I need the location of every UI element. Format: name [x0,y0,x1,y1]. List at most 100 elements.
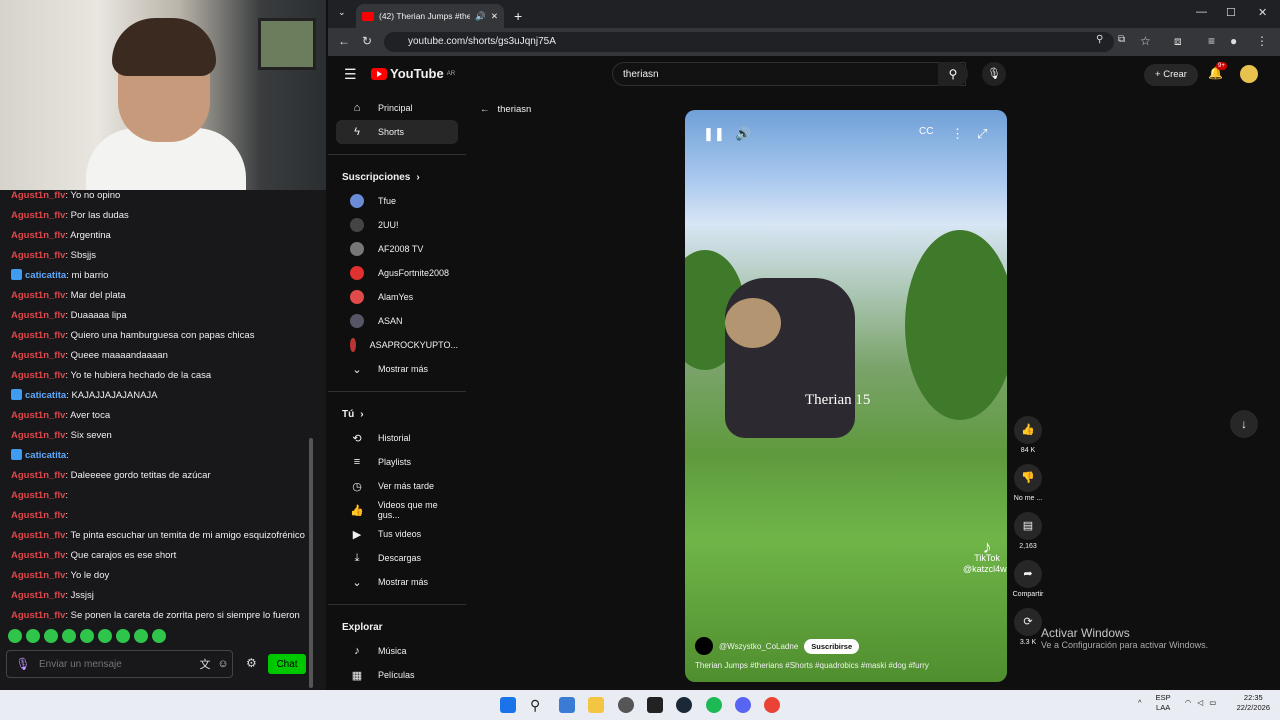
search-input[interactable] [613,68,941,80]
steam-icon[interactable] [676,697,692,713]
chat-username[interactable]: Agust1n_flv [11,550,65,561]
tray-clock[interactable]: 22:35 22/2/2026 [1237,693,1270,713]
chat-input-box[interactable]: 🎙 文 ☺ [6,650,233,678]
voice-search-button[interactable]: 🎙 [982,62,1006,86]
chat-username[interactable]: Agust1n_flv [11,250,65,261]
sidebar-item[interactable]: ◷ Ver más tarde [336,474,458,498]
emote-icon[interactable] [116,629,130,643]
chat-username[interactable]: Agust1n_flv [11,430,65,441]
emote-icon[interactable] [8,629,22,643]
sidebar-item[interactable]: ◉En vivo [336,687,458,688]
sidebar-item[interactable]: ♪ Música [336,639,458,663]
url-field[interactable]: youtube.com/shorts/gs3uJqnj75A [384,32,1114,52]
reload-icon[interactable]: ↻ [362,34,372,48]
close-window-icon[interactable]: ✕ [1258,6,1267,19]
tab-list-icon[interactable]: ⌄ [338,7,346,18]
translate-icon[interactable]: 文 [196,656,214,672]
browser-tab[interactable]: (42) Therian Jumps #therian 🔊 ✕ [356,4,504,28]
media-icon[interactable]: ≡ [1208,34,1215,48]
battery-icon[interactable]: ▭ [1209,698,1216,707]
star-icon[interactable]: ☆ [1140,34,1151,48]
sidebar-item[interactable]: ▦ Películas [336,663,458,687]
chat-username[interactable]: Agust1n_flv [11,510,65,521]
back-to-search[interactable]: ← theriasn [480,104,531,115]
sidebar-item[interactable]: ⟲ Historial [336,426,458,450]
chat-username[interactable]: Agust1n_flv [11,530,65,541]
comment-icon[interactable]: ▤ [1014,512,1042,540]
gear-icon[interactable]: ⚙ [246,656,260,670]
chat-scrollbar[interactable] [309,438,313,688]
speaker-icon[interactable]: 🔊 [475,11,486,22]
remix-icon[interactable]: ⟳ [1014,608,1042,636]
chevron-up-icon[interactable]: ^ [1138,698,1142,707]
thumbs-down-icon[interactable]: 👎 [1014,464,1042,492]
show-more-subs[interactable]: ⌄ Mostrar más [336,357,458,381]
chat-username[interactable]: Agust1n_flv [11,230,65,241]
fullscreen-icon[interactable]: ⤢ [977,126,987,142]
subscription-item[interactable]: AlamYes [336,285,458,309]
sidebar-item[interactable]: ⌂ Principal [336,96,458,120]
search-box[interactable]: ✕ [612,62,966,86]
chat-username[interactable]: Agust1n_flv [11,330,65,341]
chat-message-input[interactable] [31,658,196,670]
subscription-item[interactable]: AF2008 TV [336,237,458,261]
wifi-icon[interactable]: ◠ [1185,698,1192,707]
chat-username[interactable]: Agust1n_flv [11,590,65,601]
emote-icon[interactable] [62,629,76,643]
obs-icon[interactable] [618,697,634,713]
zoom-icon[interactable]: ⚲ [1096,34,1103,45]
discord-icon[interactable] [735,697,751,713]
short-video-player[interactable]: ❚❚ 🔊 CC ⋮ ⤢ Therian 15 ♪ TikTok @katzcl4… [685,110,1007,682]
speaker-icon[interactable]: ◁ [1197,698,1203,707]
minimize-icon[interactable]: — [1196,6,1207,18]
sidebar-item[interactable]: ≡ Playlists [336,450,458,474]
search-button[interactable]: ⚲ [938,62,968,86]
chat-username[interactable]: Agust1n_flv [11,610,65,621]
windows-start-icon[interactable] [500,697,516,713]
sidebar-item[interactable]: ϟ Shorts [336,120,458,144]
spotify-icon[interactable] [706,697,722,713]
channel-name[interactable]: @Wszystko_CoLadne [719,642,798,651]
search-icon[interactable]: ⚲ [530,697,546,713]
chat-username[interactable]: Agust1n_flv [11,410,65,421]
emoji-icon[interactable]: ☺ [214,658,232,670]
show-more-you[interactable]: ⌄ Mostrar más [336,570,458,594]
chat-username[interactable]: Agust1n_flv [11,470,65,481]
chat-username[interactable]: Agust1n_flv [11,350,65,361]
sidebar-item[interactable]: ▶ Tus videos [336,522,458,546]
sidebar-item[interactable]: ⤓ Descargas [336,546,458,570]
volume-icon[interactable]: 🔊 [735,126,751,142]
chat-username[interactable]: Agust1n_flv [11,310,65,321]
subscription-item[interactable]: AgusFortnite2008 [336,261,458,285]
share-icon[interactable]: ➦ [1014,560,1042,588]
close-tab-icon[interactable]: ✕ [491,11,498,22]
emote-bar[interactable] [8,629,166,645]
emote-icon[interactable] [44,629,58,643]
tray-language[interactable]: ^ ESP LAA ◠ ◁ ▭ [1138,693,1216,713]
chrome-icon[interactable] [764,697,780,713]
sidebar-section-header[interactable]: Suscripciones › [328,165,466,189]
store-icon[interactable] [559,697,575,713]
chat-username[interactable]: caticatita [25,270,66,281]
install-icon[interactable]: ⧉ [1118,34,1125,45]
emote-icon[interactable] [26,629,40,643]
sidebar-item[interactable]: 👍 Videos que me gus... [336,498,458,522]
hamburger-icon[interactable]: ☰ [344,66,357,83]
menu-icon[interactable]: ⋮ [1256,34,1268,48]
file-explorer-icon[interactable] [588,697,604,713]
more-icon[interactable]: ⋮ [951,126,964,142]
create-button[interactable]: + Crear [1144,64,1198,86]
chat-username[interactable]: Agust1n_flv [11,190,65,201]
subscribe-button[interactable]: Suscribirse [804,638,860,654]
profile-icon[interactable]: ● [1230,34,1237,48]
emote-icon[interactable] [134,629,148,643]
subscription-item[interactable]: ASAPROCKYUPTO... [336,333,458,357]
chat-username[interactable]: caticatita [25,390,66,401]
avatar[interactable] [1240,65,1258,83]
chat-username[interactable]: Agust1n_flv [11,210,65,221]
new-tab-icon[interactable]: + [514,8,522,24]
extensions-icon[interactable]: ⧈ [1174,34,1182,49]
next-short-button[interactable]: ↓ [1230,410,1258,438]
microphone-icon[interactable]: 🎙 [15,657,31,671]
subscription-item[interactable]: 2UU! [336,213,458,237]
